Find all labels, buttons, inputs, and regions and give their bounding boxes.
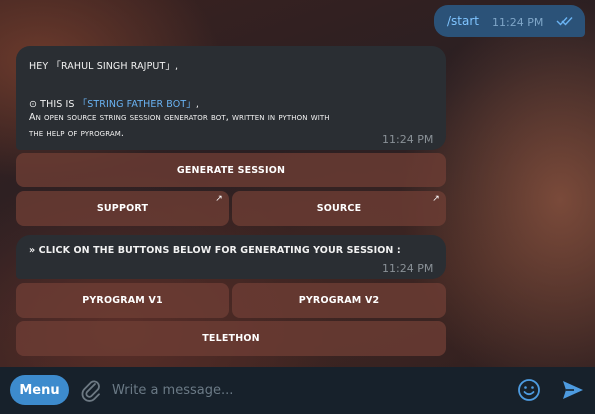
telethon-button[interactable]: TELETHON: [16, 321, 446, 356]
pyrogram-v2-button[interactable]: PYROGRAM V2: [232, 283, 446, 318]
message-time: 11:24 PM: [382, 262, 434, 275]
chat-area: /start 11:24 PM HEY 「RAHUL SINGH RAJPUT」…: [0, 0, 595, 367]
outgoing-message[interactable]: /start 11:24 PM: [434, 5, 585, 37]
greeting-line: HEY 「RAHUL SINGH RAJPUT」,: [29, 61, 179, 72]
message-time: 11:24 PM: [382, 133, 434, 146]
instruction-text: » CLICK ON THE BUTTONS BELOW FOR GENERAT…: [29, 245, 401, 256]
double-check-icon: [556, 17, 573, 26]
outgoing-message-text[interactable]: /start: [447, 14, 479, 28]
emoji-icon[interactable]: [517, 378, 541, 402]
user-name: 「RAHUL SINGH RAJPUT」,: [51, 61, 179, 72]
bot-welcome-message: HEY 「RAHUL SINGH RAJPUT」, ⊙ THIS IS 「STR…: [16, 46, 446, 150]
generate-session-button[interactable]: GENERATE SESSION: [16, 153, 446, 187]
intro-line: ⊙ THIS IS 「STRING FATHER BOT」,: [29, 99, 199, 110]
description-line-2: the help of pyrogram.: [29, 128, 125, 139]
bot-name-link[interactable]: 「STRING FATHER BOT」: [78, 99, 196, 110]
menu-button[interactable]: Menu: [10, 375, 69, 405]
source-button[interactable]: SOURCE ↗: [232, 191, 446, 226]
outgoing-message-time: 11:24 PM: [492, 16, 544, 29]
pyrogram-v1-button[interactable]: PYROGRAM V1: [16, 283, 229, 318]
external-link-icon: ↗: [432, 194, 440, 204]
external-link-icon: ↗: [215, 194, 223, 204]
bot-instruction-message: » CLICK ON THE BUTTONS BELOW FOR GENERAT…: [16, 235, 446, 279]
description-line-1: An open source string session generator …: [29, 112, 330, 123]
support-button[interactable]: SUPPORT ↗: [16, 191, 229, 226]
composer-bar: Menu: [0, 367, 595, 414]
send-icon[interactable]: [561, 378, 585, 402]
paperclip-icon[interactable]: [80, 378, 102, 402]
message-input[interactable]: [112, 377, 502, 403]
